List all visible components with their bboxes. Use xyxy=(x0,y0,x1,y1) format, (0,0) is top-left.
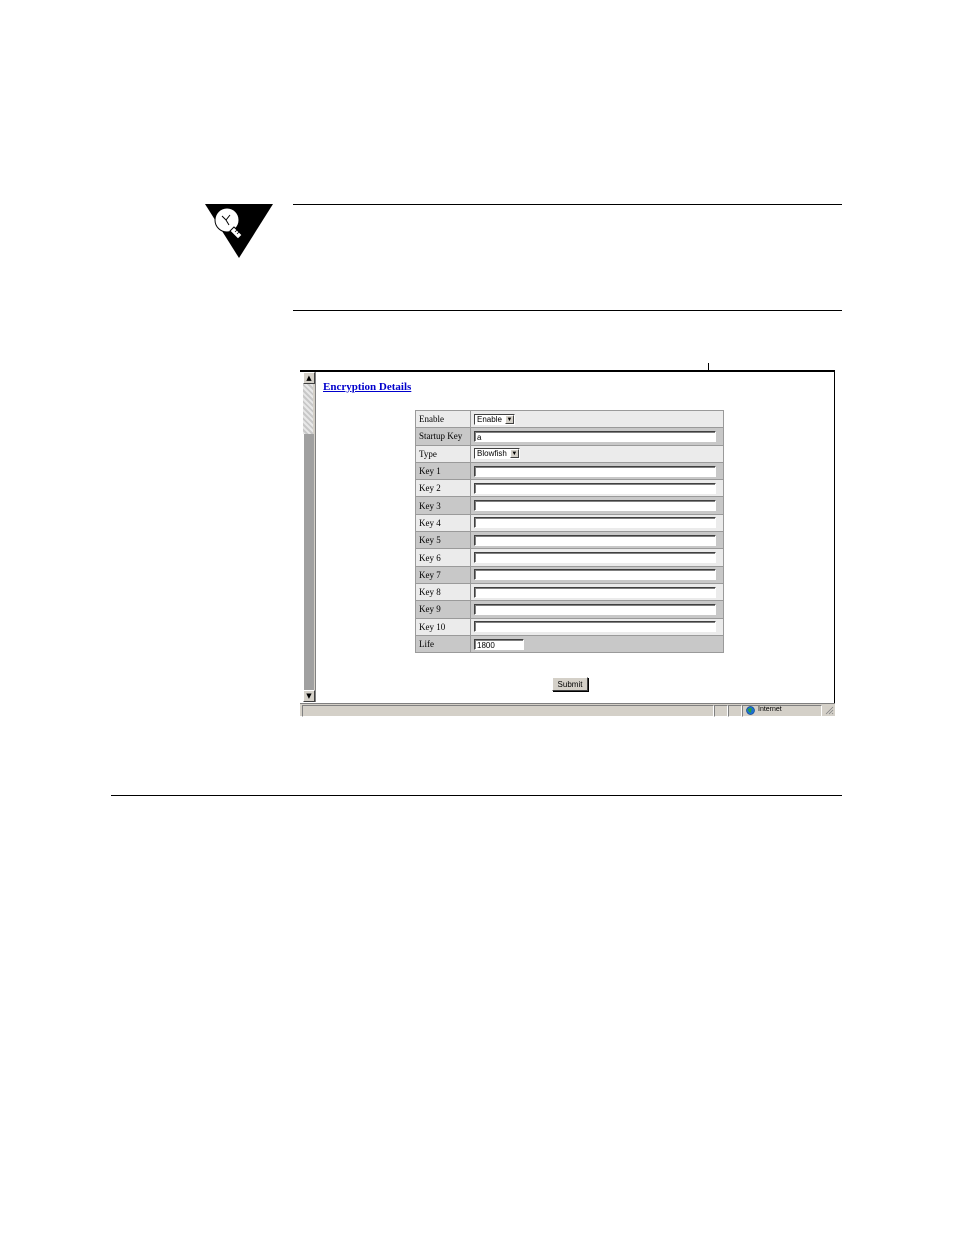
select-enable[interactable]: Enable ▼ xyxy=(474,413,515,425)
scroll-down-arrow-icon[interactable]: ▼ xyxy=(303,690,315,702)
status-bar: Internet xyxy=(300,703,835,717)
form-row-value-cell xyxy=(471,480,723,497)
form-row: Key 9 xyxy=(416,601,723,618)
status-pane xyxy=(728,705,742,717)
form-row-label: Life xyxy=(416,635,470,653)
status-pane xyxy=(714,705,728,717)
form-row-value-cell xyxy=(471,618,723,635)
vertical-scrollbar[interactable]: ▲ ▼ xyxy=(303,372,316,702)
select-value: Enable xyxy=(477,414,502,424)
form-row: Startup Key a xyxy=(416,428,723,445)
form-row-label: Key 1 xyxy=(416,462,470,480)
section-bottom-rule xyxy=(111,795,842,796)
input-key-8[interactable] xyxy=(474,586,716,598)
form-row: Life 1800 xyxy=(416,635,723,653)
form-row-label: Key 7 xyxy=(416,566,470,583)
form-row: Key 10 xyxy=(416,618,723,635)
globe-icon xyxy=(746,706,755,715)
resize-grip-icon[interactable] xyxy=(824,705,834,715)
select-value: Blowfish xyxy=(477,449,507,459)
input-key-5[interactable] xyxy=(474,534,716,546)
form-row: Enable Enable ▼ xyxy=(416,411,723,428)
form-row: Key 6 xyxy=(416,549,723,566)
note-bottom-rule xyxy=(293,310,842,311)
zone-label: Internet xyxy=(758,706,782,713)
scroll-up-arrow-icon[interactable]: ▲ xyxy=(303,372,315,384)
form-row-label: Key 9 xyxy=(416,601,470,618)
form-row-value-cell: Blowfish ▼ xyxy=(471,445,723,462)
dropdown-arrow-icon[interactable]: ▼ xyxy=(509,449,519,459)
input-key-1[interactable] xyxy=(474,465,716,477)
form-row-label: Key 4 xyxy=(416,514,470,532)
browser-screenshot: ▲ ▼ Encryption Details Enable Enable ▼ Star… xyxy=(300,363,835,717)
form-row: Key 7 xyxy=(416,566,723,583)
input-key-7[interactable] xyxy=(474,569,716,581)
note-top-rule xyxy=(293,204,842,205)
form-row-value-cell: Enable ▼ xyxy=(471,411,723,428)
select-type[interactable]: Blowfish ▼ xyxy=(474,448,520,460)
form-row-value-cell xyxy=(471,514,723,532)
form-row: Key 2 xyxy=(416,480,723,497)
form-row: Type Blowfish ▼ xyxy=(416,445,723,462)
form-row-value-cell: 1800 xyxy=(471,635,723,653)
scrollbar-thumb[interactable] xyxy=(303,384,313,434)
form-row: Key 4 xyxy=(416,514,723,532)
form-row-label: Key 5 xyxy=(416,532,470,549)
form-row-value-cell xyxy=(471,532,723,549)
form-row-label: Key 10 xyxy=(416,618,470,635)
input-key-6[interactable] xyxy=(474,552,716,564)
form-row-value-cell xyxy=(471,583,723,601)
form-row-label: Enable xyxy=(416,411,470,428)
window-right-edge xyxy=(834,370,835,703)
form-row-value-cell xyxy=(471,462,723,480)
form-row-label: Startup Key xyxy=(416,428,470,445)
encryption-form-table: Enable Enable ▼ Startup Key a Type Blowfish ▼ Ke… xyxy=(415,410,724,654)
form-row-value-cell: a xyxy=(471,428,723,445)
form-row-label: Key 3 xyxy=(416,497,470,514)
form-row: Key 3 xyxy=(416,497,723,514)
status-text-pane xyxy=(302,705,714,717)
encryption-details-link[interactable]: Encryption Details xyxy=(323,381,411,393)
form-row-value-cell xyxy=(471,549,723,566)
input-key-2[interactable] xyxy=(474,482,716,494)
form-row-label: Key 2 xyxy=(416,480,470,497)
form-row-value-cell xyxy=(471,566,723,583)
form-row-label: Type xyxy=(416,445,470,462)
input-key-9[interactable] xyxy=(474,603,716,615)
dropdown-arrow-icon[interactable]: ▼ xyxy=(504,414,514,424)
input-life[interactable]: 1800 xyxy=(474,638,524,650)
form-row-value-cell xyxy=(471,601,723,618)
lightbulb-note-icon xyxy=(205,204,273,258)
scrollbar-track[interactable] xyxy=(303,434,314,690)
window-divider-tick xyxy=(708,363,709,371)
form-row-value-cell xyxy=(471,497,723,514)
input-key-10[interactable] xyxy=(474,621,716,633)
form-row: Key 5 xyxy=(416,532,723,549)
window-top-edge xyxy=(300,370,835,372)
form-row-label: Key 6 xyxy=(416,549,470,566)
submit-button[interactable]: Submit xyxy=(552,677,588,691)
form-row: Key 1 xyxy=(416,462,723,480)
form-row-label: Key 8 xyxy=(416,583,470,601)
input-startup-key[interactable]: a xyxy=(474,430,716,442)
input-key-3[interactable] xyxy=(474,500,716,512)
input-key-4[interactable] xyxy=(474,517,716,529)
form-row: Key 8 xyxy=(416,583,723,601)
